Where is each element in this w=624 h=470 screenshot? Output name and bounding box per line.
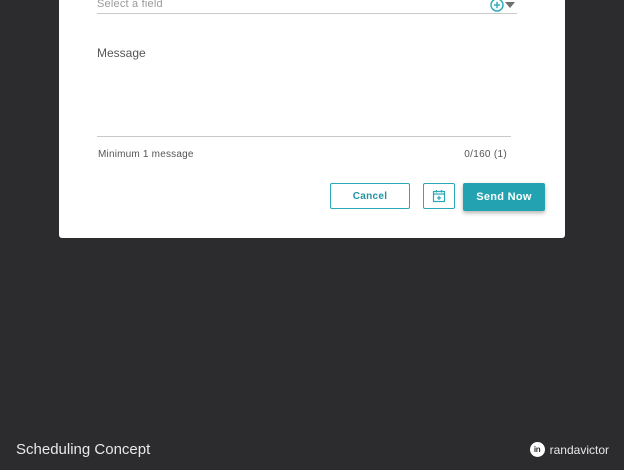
chevron-down-icon[interactable] (505, 2, 515, 8)
calendar-icon (432, 190, 446, 203)
footer-brand: in randavictor (529, 442, 609, 457)
send-now-button[interactable]: Send Now (463, 183, 545, 211)
schedule-button[interactable] (423, 183, 455, 209)
add-field-button[interactable] (490, 0, 504, 12)
page: Select a field Message Minimum 1 message… (0, 0, 624, 470)
linkedin-icon: in (529, 442, 545, 457)
compose-dialog: Select a field Message Minimum 1 message… (59, 0, 565, 238)
message-label: Message (97, 46, 146, 60)
field-select[interactable]: Select a field (97, 0, 517, 14)
message-input[interactable] (97, 66, 511, 137)
footer-title: Scheduling Concept (16, 441, 151, 458)
character-counter: 0/160 (1) (464, 149, 507, 160)
field-select-placeholder: Select a field (97, 0, 163, 10)
cancel-button[interactable]: Cancel (330, 183, 410, 209)
brand-name: randavictor (549, 442, 609, 457)
message-helper-text: Minimum 1 message (98, 149, 194, 160)
